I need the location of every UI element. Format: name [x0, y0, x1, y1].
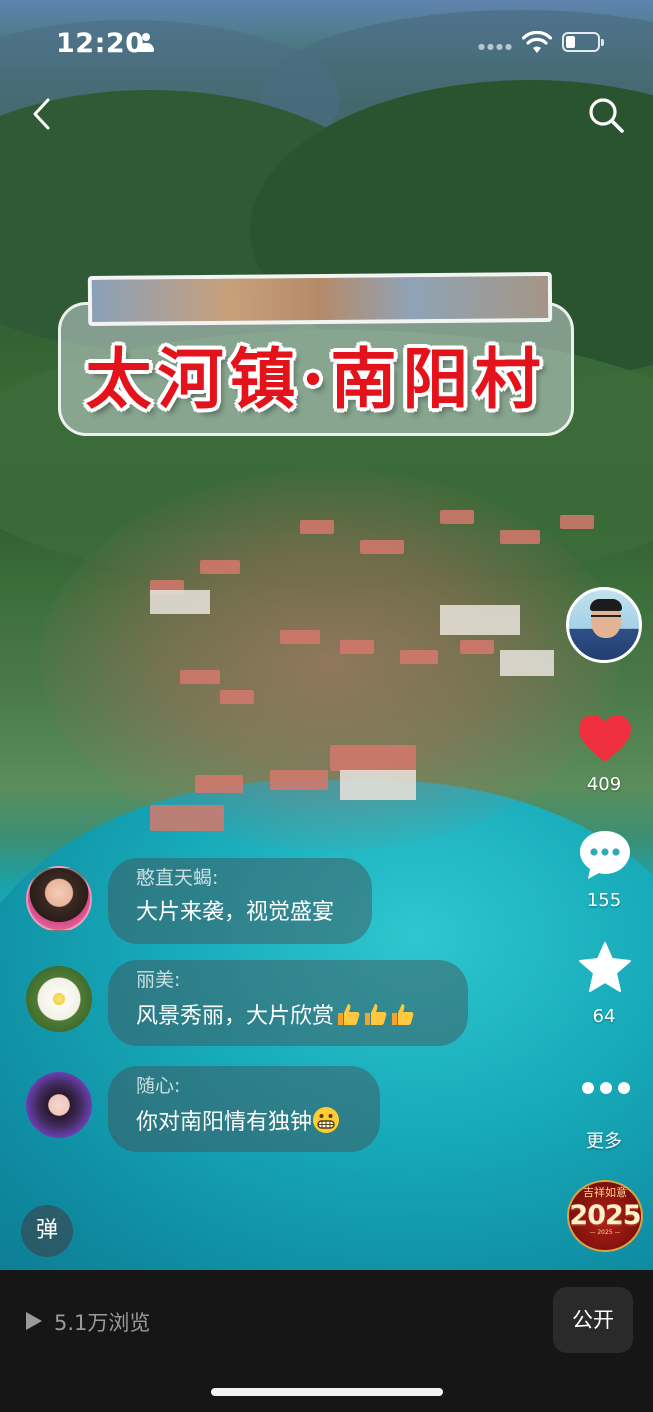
danmaku-username: 憨直天蝎: [136, 867, 219, 889]
home-indicator[interactable] [211, 1388, 443, 1396]
like-count: 409 [586, 774, 622, 795]
view-count: 5.1万浏览 [54, 1311, 151, 1335]
comment-count: 155 [586, 890, 622, 911]
heart-icon[interactable] [577, 712, 633, 768]
comment-count-wrap: 155 [568, 890, 640, 911]
grin-emoji-icon [313, 1107, 340, 1133]
banner-photo-strip [87, 271, 553, 327]
danmaku-username: 随心: [136, 1075, 181, 1097]
avatar[interactable] [26, 866, 92, 932]
signal-icon: ●●●● [478, 42, 514, 51]
visibility-button[interactable]: 公开 [553, 1287, 633, 1353]
danmaku-message: 你对南阳情有独钟 [136, 1104, 380, 1142]
person-icon [137, 33, 155, 53]
danmaku-bubble-2[interactable]: 丽美: 风景秀丽，大片欣赏 [108, 960, 468, 1046]
like-count-wrap: 409 [568, 774, 640, 795]
more-label-wrap[interactable]: 更多 [568, 1127, 640, 1153]
comment-icon[interactable] [577, 828, 633, 882]
danmaku-bubble-3[interactable]: 随心: 你对南阳情有独钟 [108, 1066, 380, 1152]
danmaku-message: 大片来袭，视觉盛宴 [136, 900, 335, 925]
back-icon[interactable] [26, 96, 62, 132]
star-icon[interactable] [577, 941, 633, 995]
favorite-count: 64 [592, 1006, 616, 1027]
more-label: 更多 [586, 1131, 622, 1152]
status-time: 12:20 [56, 28, 145, 59]
status-bar: 12:20 ●●●● [0, 28, 653, 60]
thumbs-up-icon [392, 1004, 414, 1025]
title-banner: 太河镇·南阳村 [58, 271, 574, 436]
play-icon [26, 1312, 42, 1330]
search-icon[interactable] [585, 94, 627, 136]
avatar[interactable] [26, 966, 92, 1032]
danmaku-message: 风景秀丽，大片欣赏 [136, 998, 468, 1036]
danmaku-toggle-button[interactable]: 弹 [21, 1205, 73, 1257]
favorite-count-wrap: 64 [568, 1006, 640, 1027]
video-player[interactable]: 12:20 ●●●● 太河镇·南阳村 409 155 64 更多 吉祥如意 20… [0, 0, 653, 1412]
author-avatar[interactable] [566, 587, 642, 663]
more-icon[interactable] [580, 1080, 632, 1096]
battery-icon [562, 32, 604, 54]
thumbs-up-icon [365, 1004, 387, 1025]
badge-year: 2025 [569, 1200, 641, 1231]
danmaku-username: 丽美: [136, 969, 181, 991]
avatar[interactable] [26, 1072, 92, 1138]
video-title-overlay: 太河镇·南阳村 [85, 340, 547, 418]
thumbs-up-icon [338, 1004, 360, 1025]
new-year-badge[interactable]: 吉祥如意 2025 — 2025 — [567, 1180, 643, 1252]
danmaku-bubble-1[interactable]: 憨直天蝎: 大片来袭，视觉盛宴 [108, 858, 372, 944]
wifi-icon [522, 31, 552, 53]
